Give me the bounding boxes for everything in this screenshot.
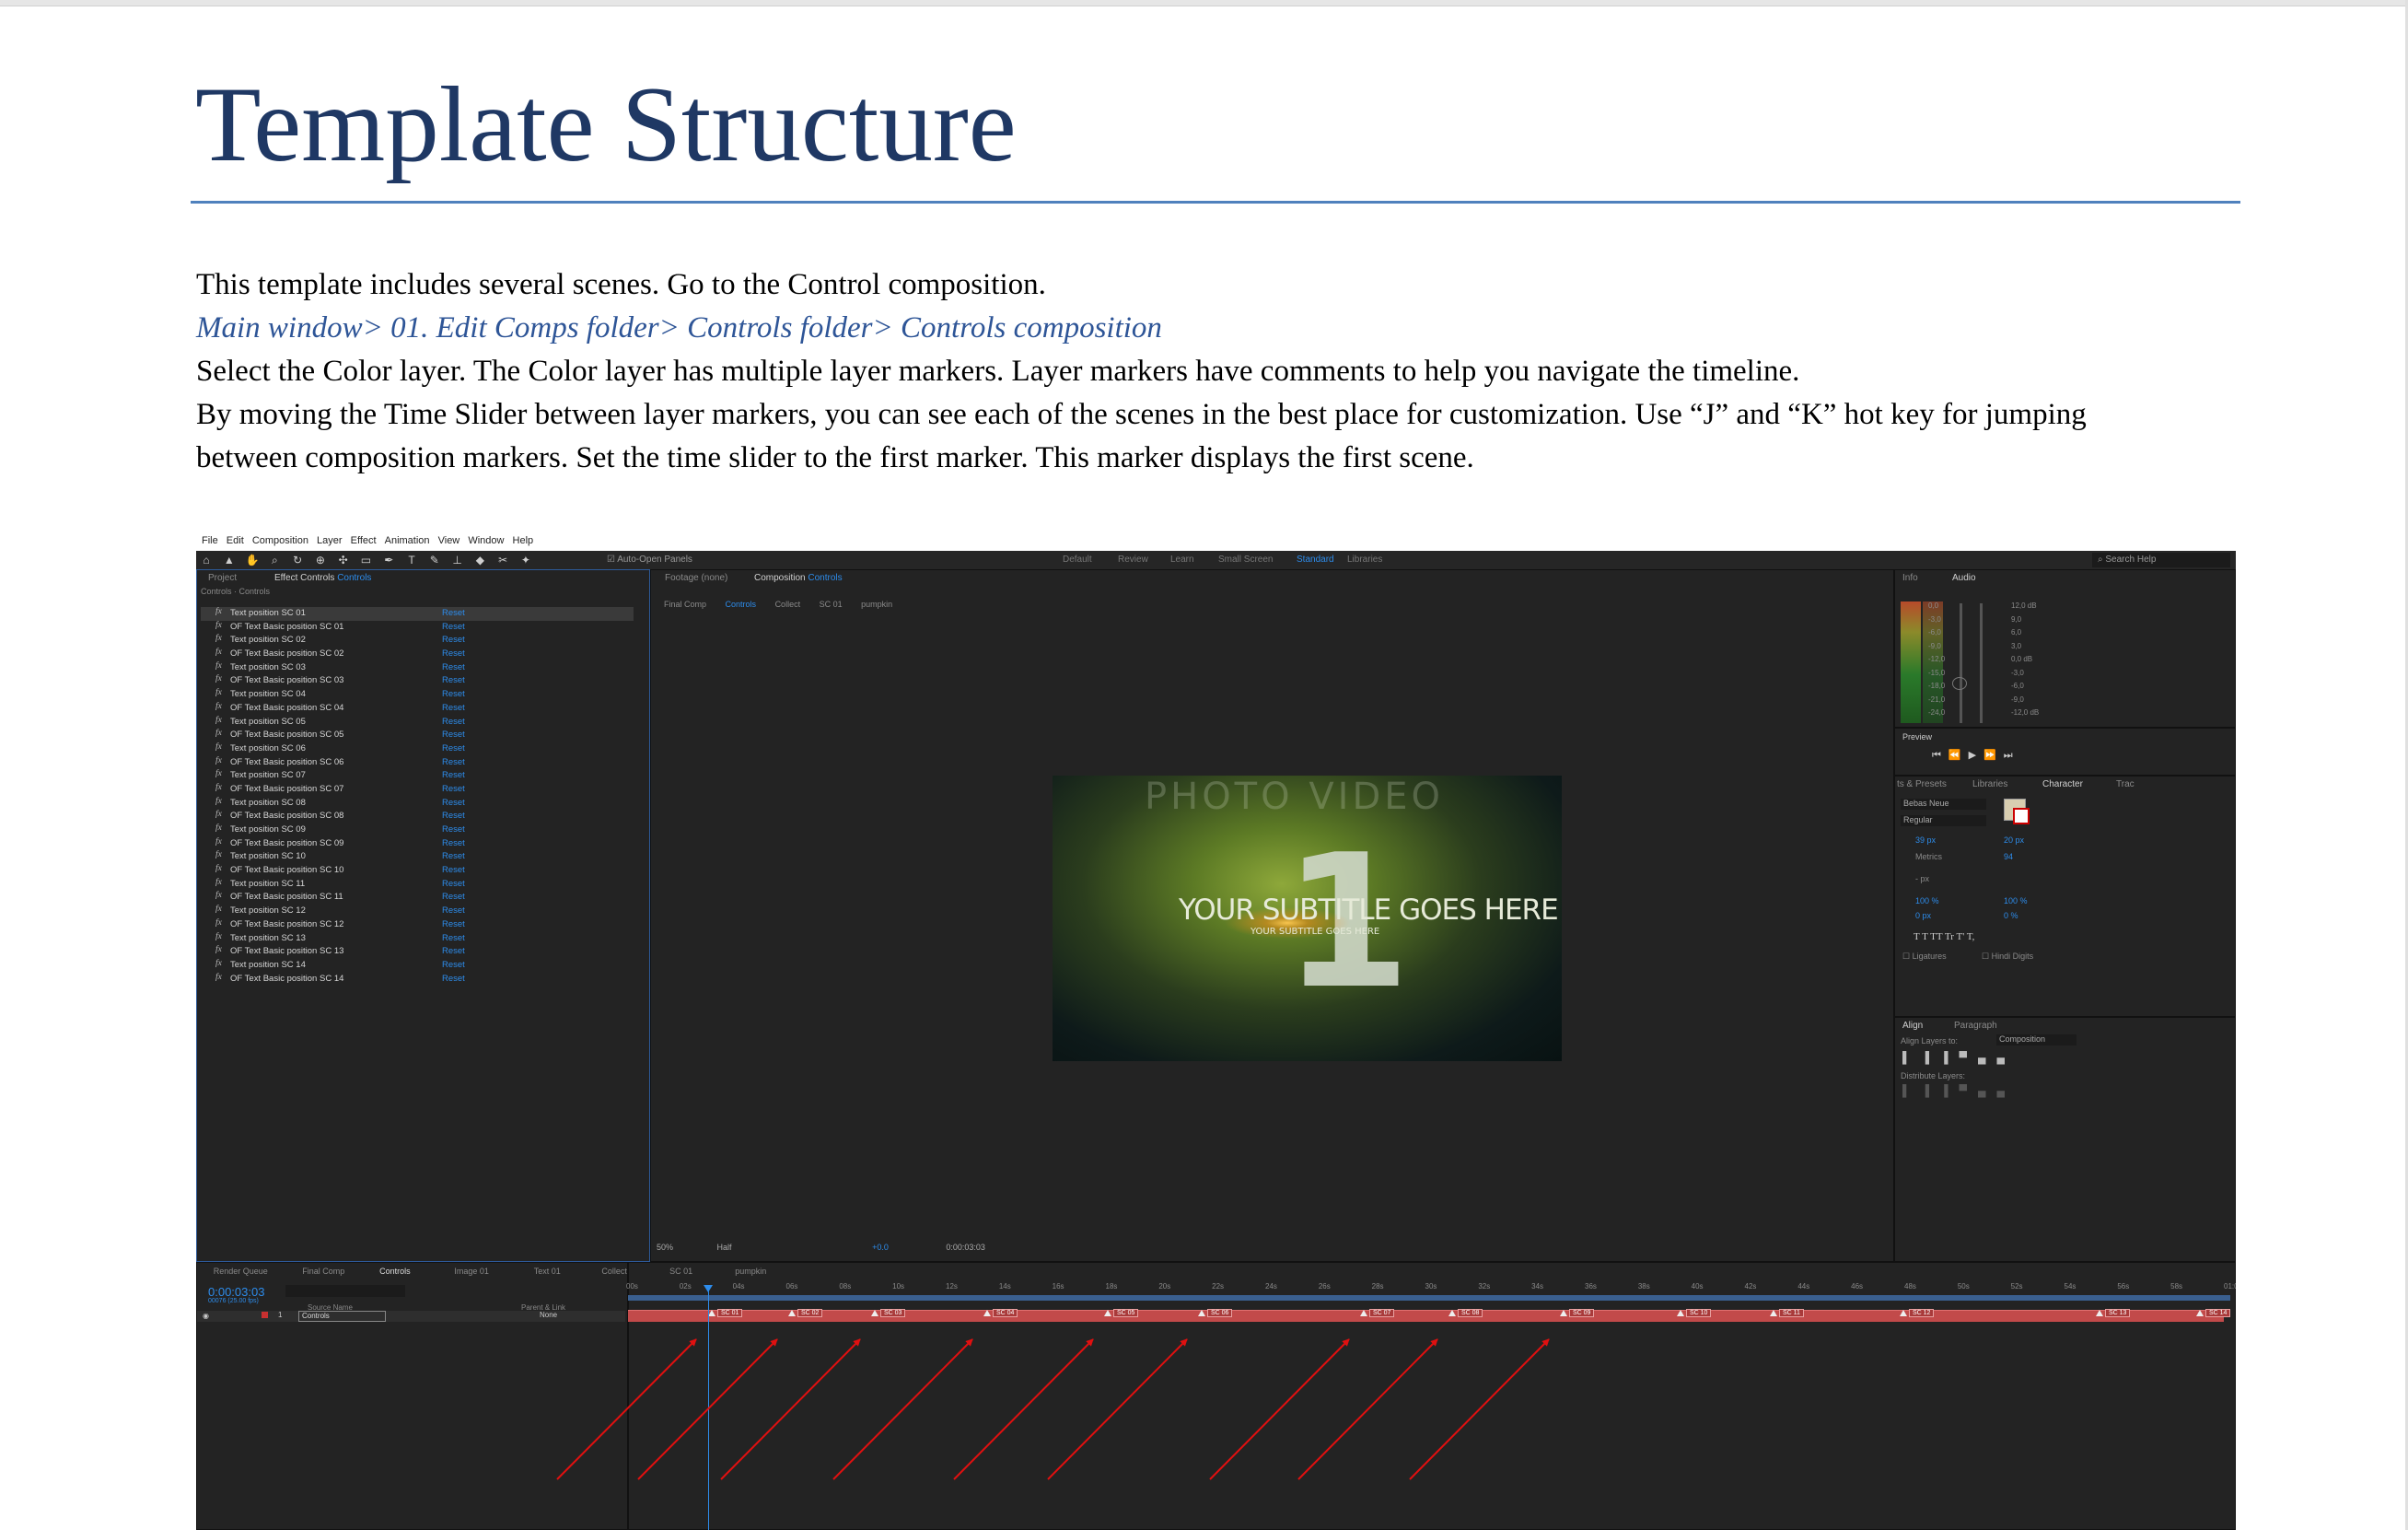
arrow-sc09 — [1409, 1338, 1550, 1480]
paragraph-intro: This template includes several scenes. G… — [196, 268, 1046, 301]
arrow-sc04 — [832, 1338, 973, 1480]
page-title: Template Structure — [195, 65, 1017, 184]
paragraph-time-slider: By moving the Time Slider between layer … — [196, 398, 2087, 431]
arrow-sc06 — [1047, 1338, 1188, 1480]
arrow-sc07 — [1209, 1338, 1350, 1480]
ae-screenshot: File Edit Composition Layer Effect Anima… — [196, 521, 2236, 1530]
page-top-edge — [0, 0, 2408, 6]
arrow-sc08 — [1297, 1338, 1438, 1480]
title-underline — [191, 201, 2240, 204]
paragraph-select-layer: Select the Color layer. The Color layer … — [196, 355, 1800, 388]
arrow-sc02 — [637, 1338, 778, 1480]
arrow-sc03 — [720, 1338, 861, 1480]
paragraph-time-slider-cont: between composition markers. Set the tim… — [196, 441, 1474, 474]
annotation-arrows — [556, 1338, 1550, 1480]
paragraph-path: Main window> 01. Edit Comps folder> Cont… — [196, 311, 1162, 345]
arrow-sc01 — [556, 1338, 697, 1480]
arrow-sc05 — [953, 1338, 1094, 1480]
